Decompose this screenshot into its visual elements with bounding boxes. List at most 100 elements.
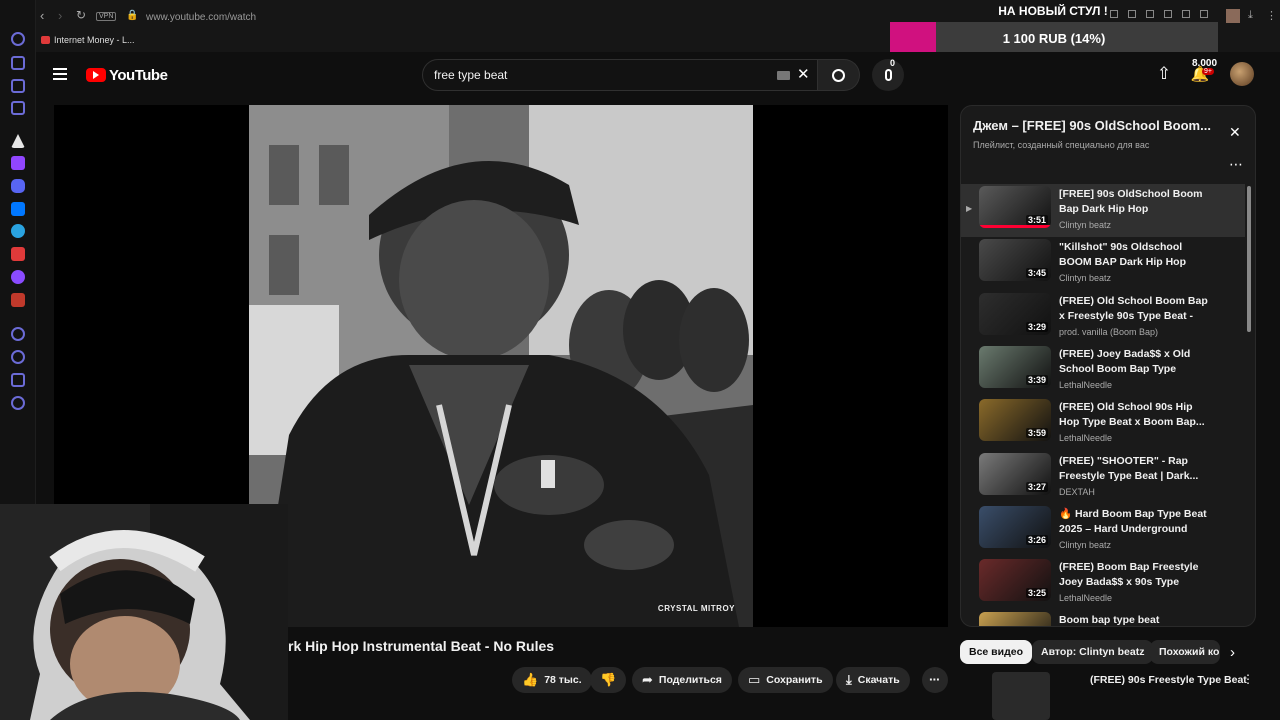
playlist-item-title[interactable]: Boom bap type beat — [1059, 613, 1209, 626]
playlist-item[interactable]: 3:45 "Killshot" 90s Oldschool BOOM BAP Da… — [961, 237, 1245, 290]
youtube-logo[interactable]: YouTube — [86, 66, 168, 84]
extension-icon[interactable] — [1182, 10, 1190, 18]
playlist-item-thumbnail[interactable]: 3:39 — [979, 345, 1051, 388]
chip-similar[interactable]: Похожий ко — [1150, 640, 1220, 664]
playlist-item[interactable]: 3:27 (FREE) "SHOOTER" - Rap Freestyle Typ… — [961, 451, 1245, 504]
playlist-item-title[interactable]: 🔥 Hard Boom Bap Type Beat 2025 – Hard Un… — [1059, 507, 1209, 537]
more-icon: ⋯ — [929, 674, 940, 686]
upload-icon[interactable]: ⇧ — [1154, 64, 1174, 84]
yandex-icon[interactable] — [11, 247, 25, 261]
youtube-logo-text: YouTube — [109, 66, 168, 84]
reload-icon[interactable]: ↻ — [76, 8, 86, 22]
menu-icon[interactable]: ⋮ — [1266, 9, 1277, 22]
search-query[interactable]: free type beat — [434, 68, 507, 82]
extension-icon[interactable] — [1146, 10, 1154, 18]
playlist-item-thumbnail[interactable]: 3:45 — [979, 239, 1051, 282]
bookmark-icon[interactable] — [11, 56, 25, 70]
save-icon: ▭ — [748, 672, 761, 687]
extension-icon[interactable] — [1200, 10, 1208, 18]
downloads-icon[interactable] — [11, 101, 25, 115]
save-label: Сохранить — [766, 674, 823, 686]
youtube-favicon-icon — [41, 36, 50, 44]
chips-next-icon[interactable]: › — [1230, 644, 1235, 661]
duration-badge: 3:25 — [1025, 588, 1048, 599]
playlist-more-icon[interactable]: ⋯ — [1229, 156, 1243, 173]
discord-icon[interactable] — [11, 179, 25, 193]
playlist-item[interactable]: 3:29 (FREE) Old School Boom Bap x Freesty… — [961, 291, 1245, 344]
dislike-button[interactable]: 👎 — [590, 667, 626, 693]
keyboard-icon[interactable] — [777, 71, 790, 80]
url-text[interactable]: www.youtube.com/watch — [146, 12, 256, 23]
search-input[interactable]: free type beat ✕ — [422, 59, 818, 91]
tab-title[interactable]: Internet Money - L... — [54, 35, 135, 45]
playlist-item[interactable]: ▶ 3:51 [FREE] 90s OldSchool Boom Bap Dark … — [961, 184, 1245, 237]
chip-all-videos[interactable]: Все видео — [960, 640, 1033, 664]
hamburger-menu-icon[interactable] — [50, 64, 70, 84]
playlist-item[interactable]: Boom bap type beat — [961, 610, 1245, 626]
voice-search-button[interactable] — [872, 59, 904, 91]
playlist-item-thumbnail[interactable]: 3:26 — [979, 505, 1051, 548]
more-actions-button[interactable]: ⋯ — [922, 667, 948, 693]
search-button[interactable] — [818, 59, 860, 91]
playlist-item[interactable]: 3:25 (FREE) Boom Bap Freestyle Joey Bada$… — [961, 557, 1245, 610]
playlist-item-thumbnail[interactable]: 3:25 — [979, 559, 1051, 602]
playlist-item-thumbnail[interactable]: 3:51 — [979, 186, 1051, 228]
now-playing-icon: ▶ — [966, 204, 973, 213]
playlist-item-title[interactable]: (FREE) Boom Bap Freestyle Joey Bada$$ x … — [1059, 560, 1209, 590]
next-video-thumb[interactable] — [992, 672, 1050, 720]
duration-badge: 3:51 — [1025, 215, 1048, 225]
close-playlist-icon[interactable]: ✕ — [1229, 124, 1241, 141]
playlist-item[interactable]: 3:59 (FREE) Old School 90s Hip Hop Type B… — [961, 397, 1245, 450]
download-button[interactable]: ⤓ Скачать — [836, 667, 910, 693]
playlist-item-thumbnail[interactable]: 3:27 — [979, 452, 1051, 495]
next-video-more-icon[interactable]: ⋮ — [1242, 672, 1254, 686]
playlist-item-title[interactable]: "Killshot" 90s Oldschool BOOM BAP Dark H… — [1059, 240, 1209, 270]
playlist-item-title[interactable]: (FREE) "SHOOTER" - Rap Freestyle Type Be… — [1059, 454, 1209, 484]
playlist-scrollbar[interactable] — [1247, 186, 1251, 332]
extension-icon[interactable] — [11, 293, 25, 307]
playlist-item-title[interactable]: (FREE) Old School Boom Bap x Freestyle 9… — [1059, 294, 1209, 324]
clock-icon[interactable] — [11, 350, 25, 364]
like-button[interactable]: 👍 78 тыс. — [512, 667, 592, 693]
telegram-icon[interactable] — [11, 224, 25, 238]
playlist-item[interactable]: 3:39 (FREE) Joey Bada$$ x Old School Boom… — [961, 344, 1245, 397]
playlist-item-channel: prod. vanilla (Boom Bap) — [1059, 326, 1159, 337]
playlist-item-channel: Clintyn beatz — [1059, 539, 1112, 550]
video-title: rk Hip Hop Instrumental Beat - No Rules — [288, 638, 555, 654]
avatar[interactable] — [1230, 62, 1254, 86]
playlist-item[interactable]: 3:26 🔥 Hard Boom Bap Type Beat 2025 – Har… — [961, 504, 1245, 557]
cube-icon[interactable] — [11, 373, 25, 387]
playlist-item-title[interactable]: (FREE) Old School 90s Hip Hop Type Beat … — [1059, 400, 1209, 430]
chip-author[interactable]: Автор: Clintyn beatz — [1032, 640, 1154, 664]
playlist-item-channel: DEXTAH — [1059, 486, 1095, 497]
vk-icon[interactable] — [11, 202, 25, 216]
playlist-title[interactable]: Джем – [FREE] 90s OldSchool Boom... — [973, 118, 1223, 133]
aria-icon[interactable] — [11, 134, 25, 148]
share-button[interactable]: ➦ Поделиться — [632, 667, 732, 693]
video-frame[interactable]: CRYSTAL MITROY — [249, 105, 753, 627]
extension-icon[interactable] — [1164, 10, 1172, 18]
next-video-title[interactable]: (FREE) 90s Freestyle Type Beat — [1090, 674, 1247, 686]
notif-badge: 9+ — [1202, 68, 1214, 75]
playlist-item-thumbnail[interactable]: 3:59 — [979, 399, 1051, 442]
back-icon[interactable]: ‹ — [40, 8, 44, 23]
like-count: 78 тыс. — [544, 674, 582, 686]
playlist-item-title[interactable]: (FREE) Joey Bada$$ x Old School Boom Bap… — [1059, 347, 1209, 377]
vpn-badge[interactable]: VPN — [96, 12, 117, 21]
playlist-item-channel: LethalNeedle — [1059, 593, 1113, 604]
address-bar[interactable]: ‹ › ↻ VPN 🔒 www.youtube.com/watch — [36, 4, 896, 30]
clear-search-icon[interactable]: ✕ — [797, 65, 810, 83]
twitch-icon[interactable] — [11, 156, 25, 170]
profile-icon[interactable] — [1226, 9, 1240, 23]
history-icon[interactable] — [11, 32, 25, 46]
settings-icon[interactable] — [11, 396, 25, 410]
forward-icon[interactable]: › — [58, 8, 62, 23]
save-button[interactable]: ▭ Сохранить — [738, 667, 833, 693]
playlist-item-thumbnail[interactable]: 3:29 — [979, 292, 1051, 335]
playlist-item-title[interactable]: [FREE] 90s OldSchool Boom Bap Dark Hip H… — [1059, 187, 1209, 217]
player-icon[interactable] — [11, 327, 25, 341]
download-icon[interactable]: ⤓ — [1248, 9, 1253, 22]
alice-icon[interactable] — [11, 270, 25, 284]
playlist-item-thumbnail[interactable] — [979, 612, 1051, 626]
collections-icon[interactable] — [11, 79, 25, 93]
